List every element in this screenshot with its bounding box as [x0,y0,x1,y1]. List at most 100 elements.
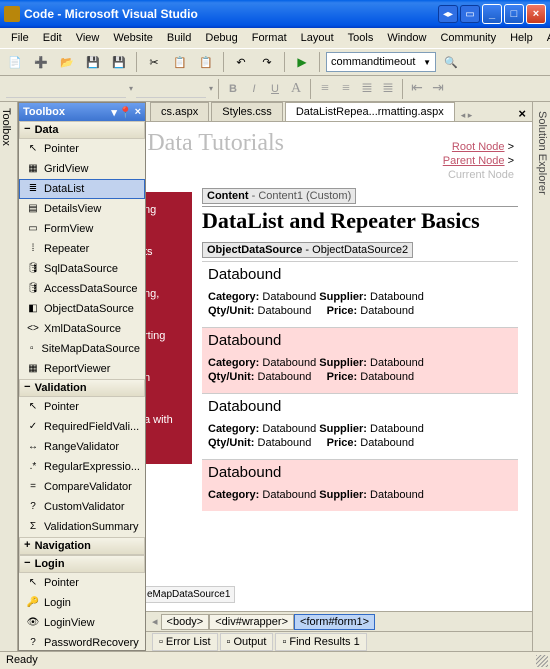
save-icon[interactable]: 💾 [82,51,104,73]
toolbox-item-pointer[interactable]: ↖Pointer [19,573,145,593]
open-icon[interactable]: 📂 [56,51,78,73]
save-all-icon[interactable]: 💾 [108,51,130,73]
add-icon[interactable]: ➕ [30,51,52,73]
close-icon[interactable]: × [135,106,141,119]
nav-back-icon[interactable]: ◂▸ [438,5,458,23]
paste-icon[interactable]: 📋 [195,51,217,73]
right-tab-solution-explorer[interactable]: Solution Explorer [533,108,550,641]
style-combo[interactable] [6,80,126,98]
align-left-icon[interactable]: ≡ [316,81,334,97]
breadcrumb-parent[interactable]: Parent Node [443,155,505,167]
nav-layout-icon[interactable]: ▭ [460,5,480,23]
menu-layout[interactable]: Layout [294,30,341,46]
indent-icon[interactable]: ⇥ [429,80,447,97]
nav-link-partial[interactable]: rting [146,328,184,344]
toolbox-item-reportviewer[interactable]: ▦ReportViewer [19,359,145,379]
menu-file[interactable]: File [4,30,36,46]
find-icon[interactable]: 🔍 [440,51,462,73]
toolbox-item-comparevalidator[interactable]: =CompareValidator [19,477,145,497]
font-color-icon[interactable]: A [287,81,305,97]
content-tag[interactable]: Content - Content1 (Custom) [202,188,356,204]
menu-community[interactable]: Community [433,30,503,46]
left-autohide-tab[interactable]: Toolbox [0,102,18,651]
tab-scroll-icon[interactable]: ◂ ▸ [457,110,477,121]
nav-link-partial[interactable]: ng [146,202,184,218]
toolbox-item-loginview[interactable]: 👁LoginView [19,613,145,633]
toolbox-item-sitemapdatasource[interactable]: ▫SiteMapDataSource [19,339,145,359]
numbered-list-icon[interactable]: ≣ [379,80,397,97]
toolbox-item-gridview[interactable]: ▦GridView [19,159,145,179]
menu-view[interactable]: View [69,30,107,46]
toolbox-item-passwordrecovery[interactable]: ?PasswordRecovery [19,633,145,650]
nav-link-partial[interactable]: n [146,370,184,386]
cut-icon[interactable]: ✂ [143,51,165,73]
doc-tab[interactable]: DataListRepea...rmatting.aspx [285,102,455,121]
output-tab-output[interactable]: ▫Output [220,633,274,651]
align-center-icon[interactable]: ≡ [337,81,355,97]
datalist-row[interactable]: DataboundCategory: Databound Supplier: D… [202,261,518,327]
toolbox-item-sqldatasource[interactable]: 🛢SqlDataSource [19,259,145,279]
toolbox-item-validationsummary[interactable]: ΣValidationSummary [19,517,145,537]
menu-website[interactable]: Website [106,30,160,46]
tag-selector[interactable]: <form#form1> [294,614,375,630]
close-button[interactable]: × [526,4,546,24]
menu-addins[interactable]: Addins [540,30,550,46]
resize-grip-icon[interactable] [536,655,548,667]
toolbox-category-login[interactable]: − Login [19,555,145,573]
outdent-icon[interactable]: ⇤ [408,80,426,97]
tag-selector[interactable]: <div#wrapper> [209,614,294,630]
undo-icon[interactable]: ↶ [230,51,252,73]
bold-icon[interactable]: B [224,81,242,97]
doc-tab[interactable]: cs.aspx [150,102,209,121]
menu-window[interactable]: Window [380,30,433,46]
toolbox-item-detailsview[interactable]: ▤DetailsView [19,199,145,219]
toolbox-item-requiredfieldvali-[interactable]: ✓RequiredFieldVali... [19,417,145,437]
sitemapdatasource-tag[interactable]: eMapDataSource1 [146,586,235,603]
objectdatasource-tag[interactable]: ObjectDataSource - ObjectDataSource2 [202,242,413,258]
tag-selector[interactable]: <body> [161,614,210,630]
new-project-icon[interactable]: 📄 [4,51,26,73]
redo-icon[interactable]: ↷ [256,51,278,73]
menu-debug[interactable]: Debug [198,30,244,46]
font-combo[interactable] [136,80,206,98]
nav-link-partial[interactable]: ng, [146,286,184,302]
copy-icon[interactable]: 📋 [169,51,191,73]
minimize-button[interactable]: _ [482,4,502,24]
datalist-row[interactable]: DataboundCategory: Databound Supplier: D… [202,393,518,459]
menu-help[interactable]: Help [503,30,540,46]
design-surface[interactable]: ith Data Tutorials Root Node > Parent No… [146,122,532,611]
underline-icon[interactable]: U [266,81,284,97]
toolbox-item-formview[interactable]: ▭FormView [19,219,145,239]
menu-tools[interactable]: Tools [341,30,381,46]
toolbox-item-xmldatasource[interactable]: <>XmlDataSource [19,319,145,339]
nav-link-partial[interactable]: ts [146,244,184,260]
nav-link-partial[interactable]: a with [146,412,184,428]
toolbox-item-pointer[interactable]: ↖Pointer [19,397,145,417]
close-document-icon[interactable]: × [512,106,532,121]
toolbox-item-pointer[interactable]: ↖Pointer [19,139,145,159]
datalist-row[interactable]: DataboundCategory: Databound Supplier: D… [202,459,518,511]
toolbox-category-navigation[interactable]: + Navigation [19,537,145,555]
toolbox-category-validation[interactable]: − Validation [19,379,145,397]
pin-icon[interactable]: 📍 [119,106,133,119]
toolbox-item-login[interactable]: 🔑Login [19,593,145,613]
start-debug-icon[interactable]: ▶ [291,51,313,73]
maximize-button[interactable]: □ [504,4,524,24]
menu-edit[interactable]: Edit [36,30,69,46]
toolbox-item-customvalidator[interactable]: ?CustomValidator [19,497,145,517]
configuration-combo[interactable]: commandtimeout ▼ [326,52,436,72]
dropdown-icon[interactable]: ▾ [111,106,117,119]
output-tab-find-results-1[interactable]: ▫Find Results 1 [275,633,366,651]
toolbox-item-repeater[interactable]: ⁞Repeater [19,239,145,259]
italic-icon[interactable]: I [245,81,263,97]
toolbox-item-datalist[interactable]: ≣DataList [19,179,145,199]
toolbox-item-objectdatasource[interactable]: ◧ObjectDataSource [19,299,145,319]
breadcrumb-root[interactable]: Root Node [452,141,505,153]
toolbox-item-rangevalidator[interactable]: ↔RangeValidator [19,437,145,457]
doc-tab[interactable]: Styles.css [211,102,283,121]
output-tab-error-list[interactable]: ▫Error List [152,633,218,651]
list-icon[interactable]: ≣ [358,80,376,97]
datalist-row[interactable]: DataboundCategory: Databound Supplier: D… [202,327,518,393]
menu-format[interactable]: Format [245,30,294,46]
menu-build[interactable]: Build [160,30,198,46]
